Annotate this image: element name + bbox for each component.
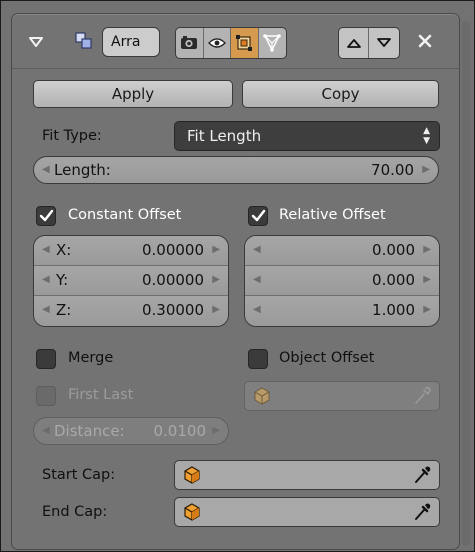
move-buttons [338, 27, 400, 59]
increment-arrow-icon[interactable]: ▶ [212, 418, 220, 444]
increment-arrow-icon[interactable]: ▶ [423, 266, 431, 294]
length-label: Length: [54, 161, 111, 179]
constant-offset-checkbox[interactable] [36, 206, 56, 226]
merge-label: Merge [68, 350, 114, 366]
fit-type-value: Fit Length [187, 127, 262, 145]
eye-viewport-icon[interactable] [204, 28, 231, 58]
modifier-window: Arra Apply Copy Fit Type: Fit Length ▲ ▼… [0, 0, 475, 552]
constant-z-label: Z: [56, 301, 72, 319]
relative-x-field[interactable]: ◀ 0.000 ▶ [245, 236, 439, 266]
start-cap-label: Start Cap: [42, 467, 116, 483]
cube-object-icon [183, 503, 201, 525]
distance-label: Distance: [54, 422, 125, 440]
relative-z-value: 1.000 [372, 301, 415, 319]
decrement-arrow-icon[interactable]: ◀ [42, 236, 50, 264]
constant-y-label: Y: [56, 271, 69, 289]
move-up-icon[interactable] [339, 28, 369, 58]
relative-z-field[interactable]: ◀ 1.000 ▶ [245, 296, 439, 326]
merge-checkbox[interactable] [36, 349, 56, 369]
object-offset-label: Object Offset [279, 350, 375, 366]
cube-object-icon [253, 387, 271, 409]
end-cap-field[interactable] [174, 497, 440, 527]
decrement-arrow-icon[interactable]: ◀ [253, 266, 261, 294]
modifier-header: Arra [12, 14, 459, 69]
relative-offset-label: Relative Offset [279, 207, 386, 223]
collapse-arrow-icon[interactable] [28, 34, 44, 53]
constant-x-label: X: [56, 241, 72, 259]
length-value: 70.00 [371, 161, 414, 179]
fit-type-dropdown[interactable]: Fit Length ▲ ▼ [174, 121, 440, 151]
distance-value: 0.0100 [153, 422, 207, 440]
decrement-arrow-icon[interactable]: ◀ [253, 296, 261, 324]
fit-type-label: Fit Type: [42, 128, 102, 144]
constant-z-field[interactable]: ◀ Z: 0.30000 ▶ [34, 296, 228, 326]
apply-button[interactable]: Apply [33, 80, 233, 108]
decrement-arrow-icon[interactable]: ◀ [42, 157, 50, 183]
cage-icon[interactable] [259, 28, 286, 58]
decrement-arrow-icon[interactable]: ◀ [42, 266, 50, 294]
array-modifier-panel: Arra Apply Copy Fit Type: Fit Length ▲ ▼… [11, 13, 460, 550]
copy-button[interactable]: Copy [242, 80, 439, 108]
close-icon[interactable] [417, 33, 433, 53]
modifier-name-field[interactable]: Arra [102, 27, 160, 57]
increment-arrow-icon[interactable]: ▶ [423, 236, 431, 264]
increment-arrow-icon[interactable]: ▶ [423, 296, 431, 324]
eyedropper-icon[interactable] [413, 502, 431, 526]
first-last-checkbox[interactable] [36, 386, 56, 406]
camera-render-icon[interactable] [176, 28, 204, 58]
array-modifier-icon [74, 31, 94, 55]
decrement-arrow-icon[interactable]: ◀ [42, 418, 50, 444]
increment-arrow-icon[interactable]: ▶ [212, 266, 220, 294]
relative-x-value: 0.000 [372, 241, 415, 259]
visibility-toggles [175, 27, 287, 59]
move-down-icon[interactable] [369, 28, 399, 58]
start-cap-field[interactable] [174, 460, 440, 490]
constant-offset-fields: ◀ X: 0.00000 ▶ ◀ Y: 0.00000 ▶ ◀ Z: 0.300… [33, 235, 229, 327]
decrement-arrow-icon[interactable]: ◀ [42, 296, 50, 324]
increment-arrow-icon[interactable]: ▶ [212, 296, 220, 324]
constant-x-value: 0.00000 [141, 241, 204, 259]
increment-arrow-icon[interactable]: ▶ [212, 236, 220, 264]
distance-field[interactable]: ◀ Distance: 0.0100 ▶ [33, 417, 229, 445]
object-offset-checkbox[interactable] [248, 349, 268, 369]
cube-object-icon [183, 466, 201, 488]
decrement-arrow-icon[interactable]: ◀ [253, 236, 261, 264]
object-offset-field[interactable] [244, 381, 440, 411]
first-last-label: First Last [68, 387, 134, 403]
constant-z-value: 0.30000 [141, 301, 204, 319]
relative-y-value: 0.000 [372, 271, 415, 289]
dropdown-arrows-icon: ▲ ▼ [423, 126, 430, 146]
scrollbar[interactable] [462, 21, 470, 546]
end-cap-label: End Cap: [42, 504, 108, 520]
relative-offset-fields: ◀ 0.000 ▶ ◀ 0.000 ▶ ◀ 1.000 ▶ [244, 235, 440, 327]
constant-y-field[interactable]: ◀ Y: 0.00000 ▶ [34, 266, 228, 296]
constant-y-value: 0.00000 [141, 271, 204, 289]
checkmark-icon [39, 209, 54, 222]
increment-arrow-icon[interactable]: ▶ [422, 157, 430, 183]
eyedropper-icon[interactable] [413, 465, 431, 489]
relative-offset-checkbox[interactable] [248, 206, 268, 226]
checkmark-icon [251, 209, 266, 222]
constant-offset-label: Constant Offset [68, 207, 182, 223]
length-field[interactable]: ◀ Length: 70.00 ▶ [33, 156, 439, 184]
constant-x-field[interactable]: ◀ X: 0.00000 ▶ [34, 236, 228, 266]
eyedropper-icon[interactable] [413, 386, 431, 410]
editmode-icon[interactable] [231, 28, 259, 58]
relative-y-field[interactable]: ◀ 0.000 ▶ [245, 266, 439, 296]
